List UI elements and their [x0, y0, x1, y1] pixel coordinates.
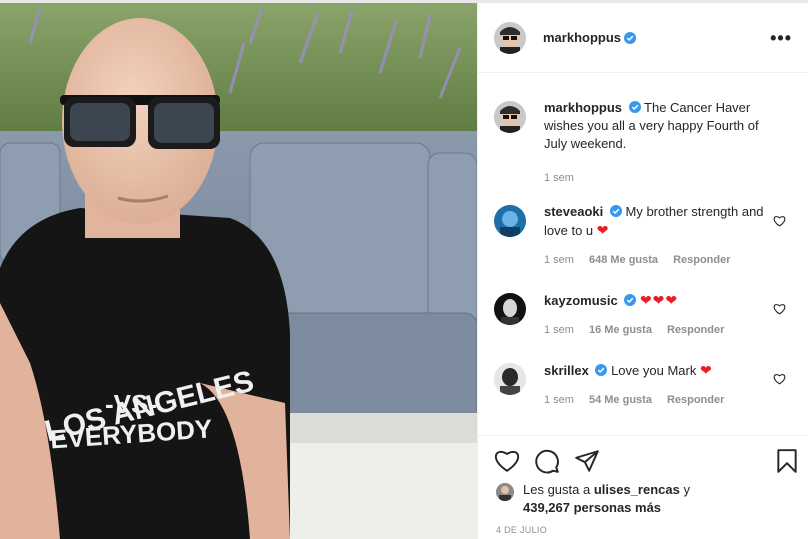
post-photo[interactable]: LOS ANGELES -VS- EVERYBODY	[0, 3, 477, 539]
reply-button[interactable]: Responder	[667, 391, 724, 409]
commenter-avatar[interactable]	[494, 205, 526, 237]
commenter-username[interactable]: steveaoki	[544, 204, 603, 219]
caption-time[interactable]: 1 sem	[544, 169, 574, 187]
comment-likes[interactable]: 16 Me gusta	[589, 321, 652, 339]
post-date[interactable]: 4 DE JULIO	[496, 525, 547, 535]
shirt-text-line-2: -VS-	[105, 389, 157, 419]
like-heart-icon[interactable]	[494, 448, 520, 474]
likes-count[interactable]: 439,267 personas más	[523, 500, 661, 515]
like-comment-heart-icon[interactable]	[773, 215, 786, 227]
comment-item: kayzomusic ❤❤❤ 1 sem 16 Me gusta Respond…	[494, 291, 794, 339]
heart-emoji: ❤	[596, 222, 610, 238]
verified-badge-icon	[624, 294, 637, 306]
more-options-icon[interactable]: •••	[770, 29, 792, 47]
post-actions-bar	[478, 435, 808, 479]
heart-emoji: ❤❤❤	[639, 292, 679, 308]
comment-item: skrillex Love you Mark ❤ 1 sem 54 Me gus…	[494, 361, 794, 409]
comment-time[interactable]: 1 sem	[544, 391, 574, 409]
post-panel: markhoppus ••• markhoppus The Cancer Hav…	[477, 3, 808, 539]
comment-likes[interactable]: 648 Me gusta	[589, 251, 658, 269]
comment-time[interactable]: 1 sem	[544, 321, 574, 339]
save-bookmark-icon[interactable]	[774, 448, 800, 474]
heart-emoji: ❤	[699, 362, 713, 378]
comment-time[interactable]: 1 sem	[544, 251, 574, 269]
post-image: LOS ANGELES -VS- EVERYBODY	[0, 3, 477, 539]
verified-badge-icon	[624, 31, 637, 44]
like-comment-heart-icon[interactable]	[773, 373, 786, 385]
reply-button[interactable]: Responder	[673, 251, 730, 269]
commenter-username[interactable]: skrillex	[544, 363, 589, 378]
verified-badge-icon	[595, 364, 608, 376]
comment-item: steveaoki My brother strength and love t…	[494, 203, 794, 269]
caption: markhoppus The Cancer Haver wishes you a…	[494, 99, 794, 187]
likes-prefix: Les gusta a	[523, 482, 591, 497]
verified-badge-icon	[628, 101, 641, 113]
liker-username[interactable]: ulises_rencas	[594, 482, 680, 497]
commenter-avatar[interactable]	[494, 363, 526, 395]
like-comment-heart-icon[interactable]	[773, 303, 786, 315]
comment-text: Love you Mark	[611, 363, 697, 378]
comment-bubble-icon[interactable]	[534, 448, 560, 474]
author-avatar[interactable]	[494, 21, 526, 54]
author-username[interactable]: markhoppus	[543, 30, 621, 45]
comment-likes[interactable]: 54 Me gusta	[589, 391, 652, 409]
share-paper-plane-icon[interactable]	[574, 448, 600, 474]
commenter-username[interactable]: kayzomusic	[544, 293, 618, 308]
likes-summary: Les gusta a ulises_rencas y 439,267 pers…	[496, 481, 796, 517]
verified-badge-icon	[609, 205, 622, 217]
liker-avatar[interactable]	[496, 483, 514, 501]
caption-avatar[interactable]	[494, 101, 526, 133]
commenter-avatar[interactable]	[494, 293, 526, 325]
post-header: markhoppus •••	[478, 3, 808, 73]
comments-section: markhoppus The Cancer Haver wishes you a…	[478, 73, 808, 435]
caption-username[interactable]: markhoppus	[544, 100, 622, 115]
likes-conj: y	[683, 482, 690, 497]
reply-button[interactable]: Responder	[667, 321, 724, 339]
